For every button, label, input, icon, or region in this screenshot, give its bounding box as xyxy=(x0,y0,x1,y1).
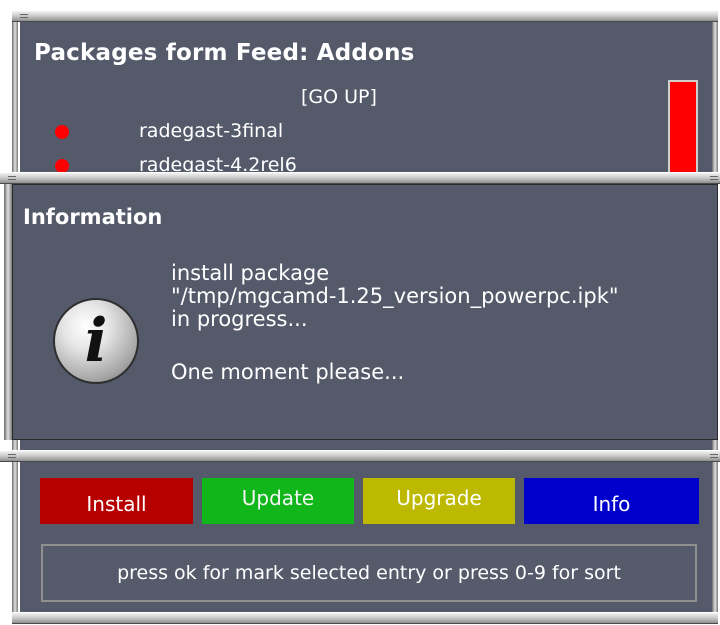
dialog-frame-top xyxy=(0,172,720,184)
dialog-title: Information xyxy=(23,205,163,229)
info-icon: i xyxy=(53,298,139,384)
upgrade-button[interactable]: Upgrade xyxy=(363,478,515,524)
dialog-frame-bottom xyxy=(0,450,720,462)
message-line: "/tmp/mgcamd-1.25_version_powerpc.ipk" xyxy=(171,284,619,308)
list-title: Packages form Feed: Addons xyxy=(34,40,415,66)
status-bar: press ok for mark selected entry or pres… xyxy=(41,544,697,602)
window-frame-top xyxy=(12,10,718,22)
info-glyph: i xyxy=(84,306,108,376)
message-line: in progress... xyxy=(171,307,308,331)
dialog-frame-left xyxy=(4,184,12,440)
go-up-item[interactable]: [GO UP] xyxy=(301,86,377,108)
status-dot-icon xyxy=(55,159,69,173)
information-dialog: Information i install package "/tmp/mgca… xyxy=(12,184,718,440)
info-button[interactable]: Info xyxy=(524,478,699,524)
update-button[interactable]: Update xyxy=(202,478,354,524)
status-text: press ok for mark selected entry or pres… xyxy=(117,562,621,584)
status-dot-icon xyxy=(55,125,69,139)
message-line: One moment please... xyxy=(171,360,405,384)
message-line: install package xyxy=(171,261,330,285)
window-frame-bottom xyxy=(12,612,718,624)
install-button[interactable]: Install xyxy=(40,478,193,524)
list-item[interactable]: radegast-3final xyxy=(139,120,283,142)
